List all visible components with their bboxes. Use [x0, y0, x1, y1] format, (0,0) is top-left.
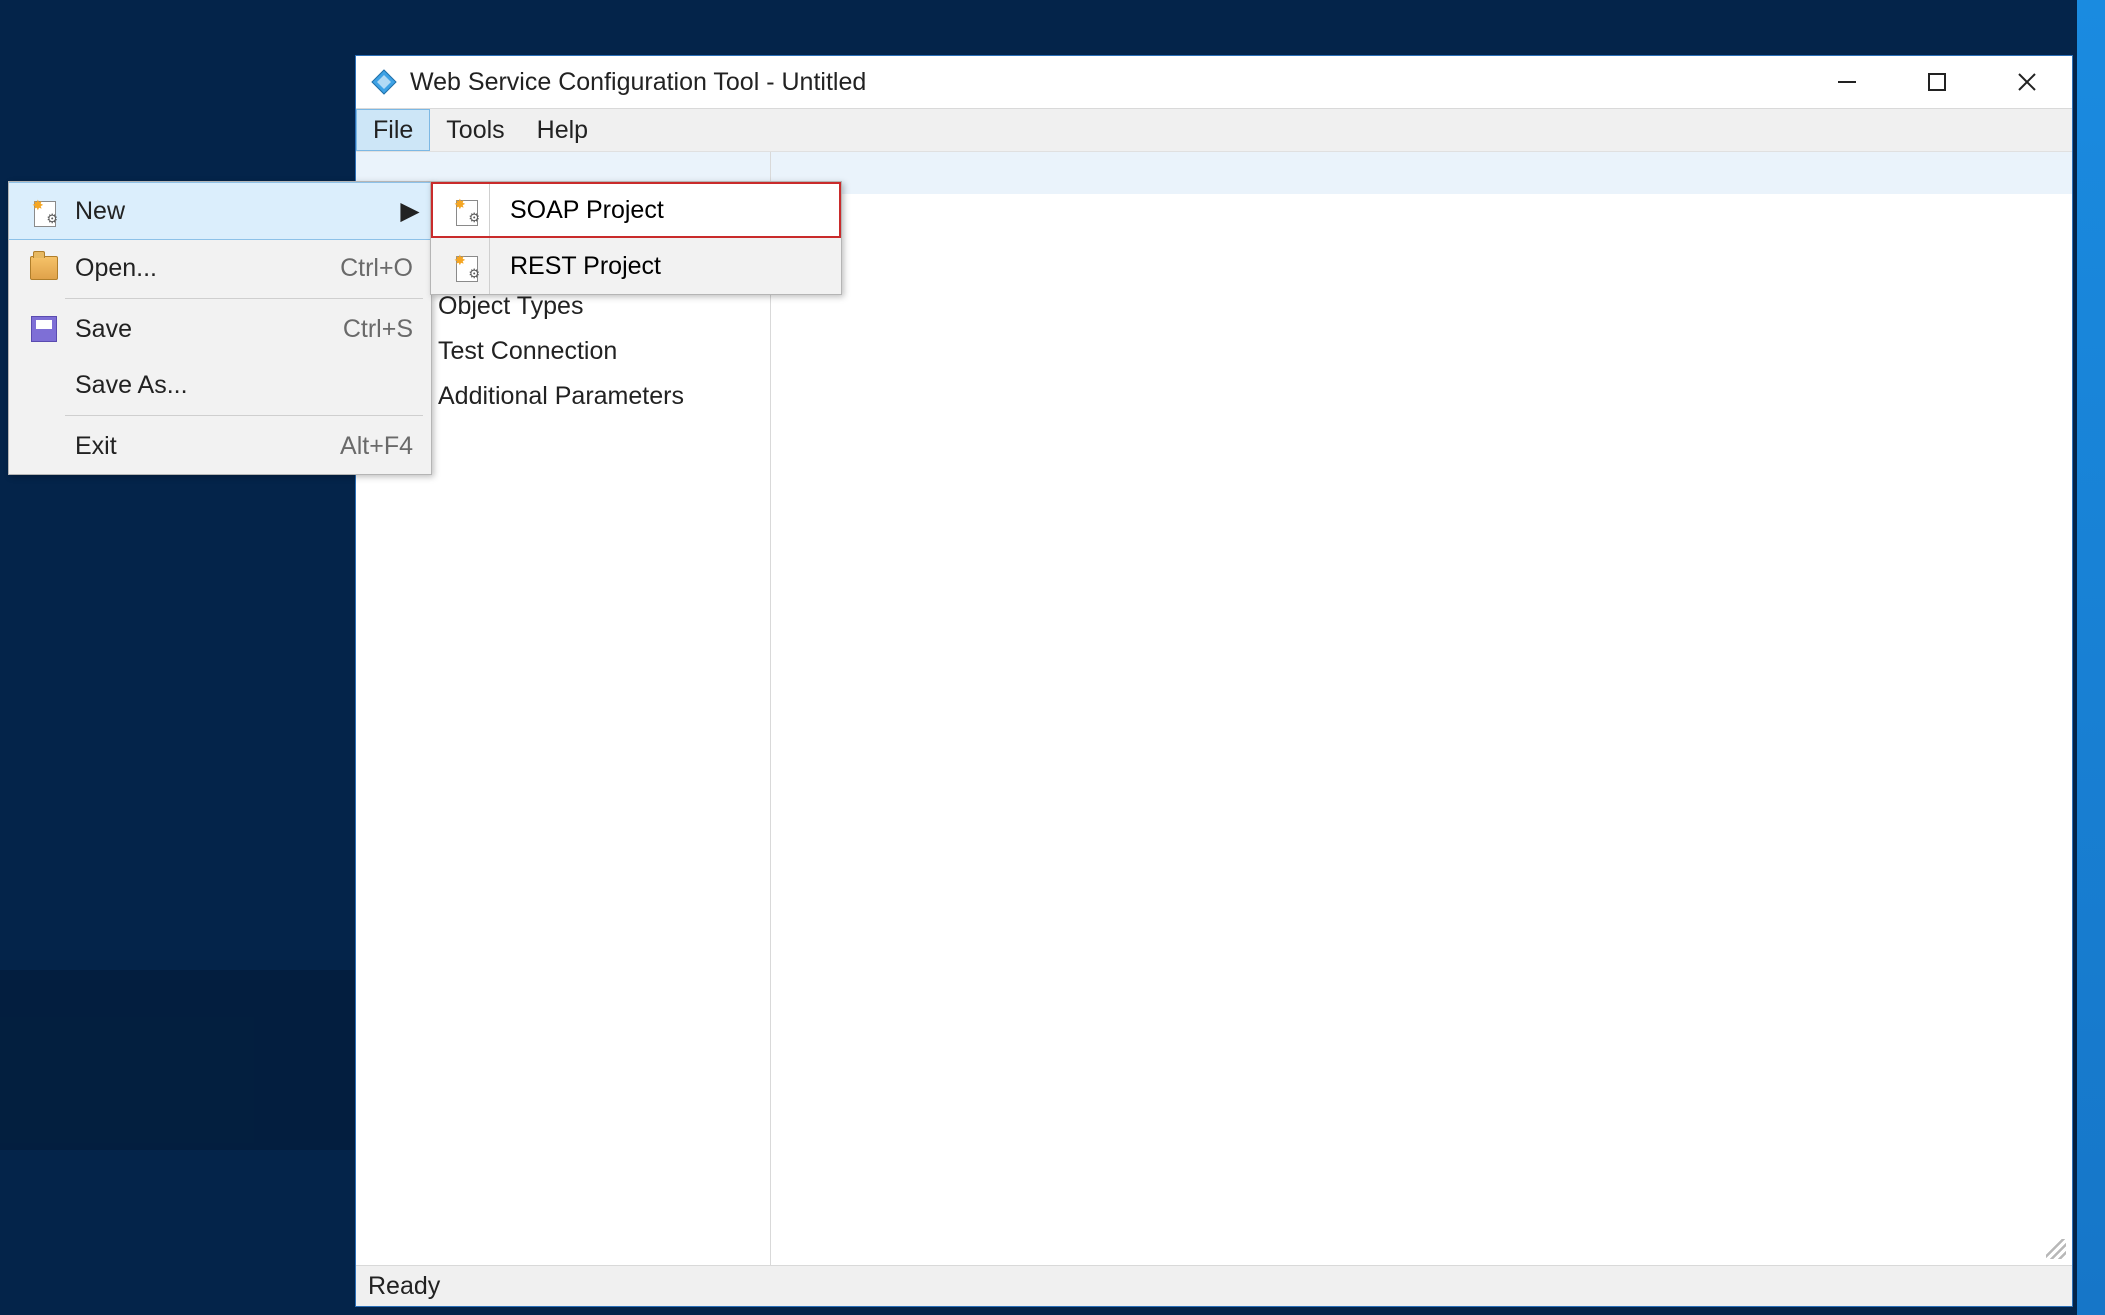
menu-separator — [65, 415, 423, 416]
detail-panel — [771, 152, 2072, 1265]
menu-item-label: Save As... — [67, 371, 421, 400]
open-folder-icon — [21, 256, 67, 280]
menu-item-label: Exit — [67, 432, 340, 461]
tree-item-label: Additional Parameters — [438, 382, 684, 411]
submenu-arrow-icon: ▶ — [399, 196, 421, 226]
new-document-icon: ✸⚙ — [443, 238, 490, 294]
client-area: Object Types ✓ Test Connection Additiona… — [356, 152, 2072, 1265]
desktop-background: Web Service Configuration Tool - Untitle… — [0, 0, 2105, 1315]
maximize-button[interactable] — [1892, 56, 1982, 108]
file-menu-open[interactable]: Open... Ctrl+O — [9, 240, 431, 296]
file-menu-dropdown: ✸⚙ New ▶ Open... Ctrl+O Save Ctrl+S Save… — [8, 181, 432, 475]
new-rest-project[interactable]: ✸⚙ REST Project — [431, 238, 841, 294]
menu-item-label: Save — [67, 315, 343, 344]
close-button[interactable] — [1982, 56, 2072, 108]
menu-separator — [65, 298, 423, 299]
new-document-icon: ✸⚙ — [443, 182, 490, 238]
menu-item-shortcut: Ctrl+S — [343, 315, 421, 344]
resize-grip-icon[interactable] — [2046, 1239, 2066, 1259]
tree-item-label: Object Types — [438, 292, 583, 321]
submenu-item-label: SOAP Project — [490, 196, 831, 225]
file-menu-save-as[interactable]: Save As... — [9, 357, 431, 413]
save-icon — [21, 316, 67, 342]
status-text: Ready — [368, 1272, 440, 1301]
menu-help[interactable]: Help — [521, 109, 604, 151]
menu-tools[interactable]: Tools — [430, 109, 520, 151]
menu-file[interactable]: File — [356, 109, 430, 151]
new-submenu: ✸⚙ SOAP Project ✸⚙ REST Project — [430, 181, 842, 295]
window-controls — [1802, 56, 2072, 108]
app-icon — [370, 68, 398, 96]
file-menu-exit[interactable]: Exit Alt+F4 — [9, 418, 431, 474]
new-document-icon: ✸⚙ — [21, 197, 67, 225]
status-bar: Ready — [356, 1265, 2072, 1306]
file-menu-new[interactable]: ✸⚙ New ▶ — [9, 182, 431, 240]
window-title: Web Service Configuration Tool - Untitle… — [410, 68, 866, 97]
title-bar[interactable]: Web Service Configuration Tool - Untitle… — [356, 56, 2072, 109]
menu-item-shortcut: Alt+F4 — [340, 432, 421, 461]
submenu-item-label: REST Project — [490, 252, 831, 281]
minimize-button[interactable] — [1802, 56, 1892, 108]
file-menu-save[interactable]: Save Ctrl+S — [9, 301, 431, 357]
menu-bar: File Tools Help — [356, 109, 2072, 152]
tree-item-label: Test Connection — [438, 337, 617, 366]
menu-item-label: Open... — [67, 254, 340, 283]
menu-item-shortcut: Ctrl+O — [340, 254, 421, 283]
detail-toolbar-strip — [771, 152, 2072, 194]
menu-item-label: New — [67, 197, 399, 226]
new-soap-project[interactable]: ✸⚙ SOAP Project — [431, 182, 841, 238]
